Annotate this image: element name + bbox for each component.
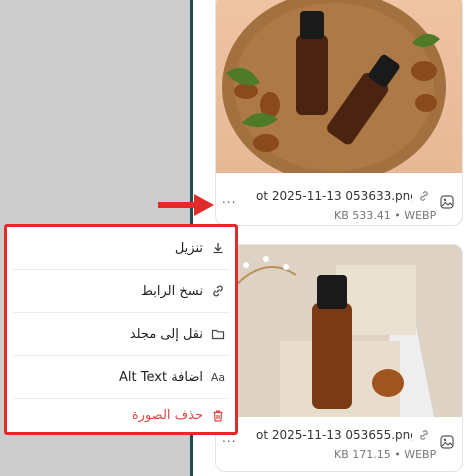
file-meta: KB 171.15 • WEBP — [334, 448, 437, 461]
image-thumbnail[interactable] — [216, 0, 462, 183]
menu-item-delete-image[interactable]: حذف الصورة — [7, 399, 235, 432]
more-options-button[interactable]: ... — [222, 192, 236, 206]
menu-item-label: تنزيل — [174, 240, 203, 256]
file-meta: KB 533.41 • WEBP — [334, 209, 437, 222]
image-icon — [440, 195, 454, 209]
download-icon — [213, 243, 223, 254]
menu-item-move-to-folder[interactable]: نقل إلى مجلد — [7, 313, 235, 355]
menu-item-copy-link[interactable]: نسخ الرابط — [7, 270, 235, 312]
file-name: ot 2025-11-13 053633.png — [256, 189, 412, 203]
menu-item-label: اضافة Alt Text — [119, 369, 203, 385]
media-card[interactable]: ... ot 2025-11-13 053655.png KB 171.15 •… — [215, 244, 463, 472]
link-icon[interactable] — [418, 429, 430, 441]
menu-item-download[interactable]: تنزيل — [7, 227, 235, 269]
menu-item-label: حذف الصورة — [131, 408, 203, 423]
link-icon[interactable] — [418, 190, 430, 202]
file-name: ot 2025-11-13 053655.png — [256, 428, 412, 442]
trash-icon — [213, 409, 223, 422]
media-card[interactable]: ... ot 2025-11-13 053633.png KB 533.41 •… — [215, 0, 463, 226]
file-name-row: ot 2025-11-13 053655.png — [256, 425, 430, 445]
link-icon — [213, 285, 223, 297]
context-menu: تنزيل نسخ الرابط نقل إلى مجلد اضافة Alt … — [4, 224, 238, 435]
folder-icon — [211, 329, 225, 340]
image-thumbnail[interactable] — [216, 245, 462, 417]
alt-text-icon: Aa — [210, 370, 226, 384]
image-icon — [440, 435, 454, 449]
menu-item-add-alt-text[interactable]: اضافة Alt Text Aa — [7, 356, 235, 398]
menu-item-label: نسخ الرابط — [140, 283, 203, 299]
red-arrow-annotation — [158, 194, 214, 216]
menu-item-label: نقل إلى مجلد — [129, 326, 203, 342]
file-name-row: ot 2025-11-13 053633.png — [256, 186, 430, 206]
